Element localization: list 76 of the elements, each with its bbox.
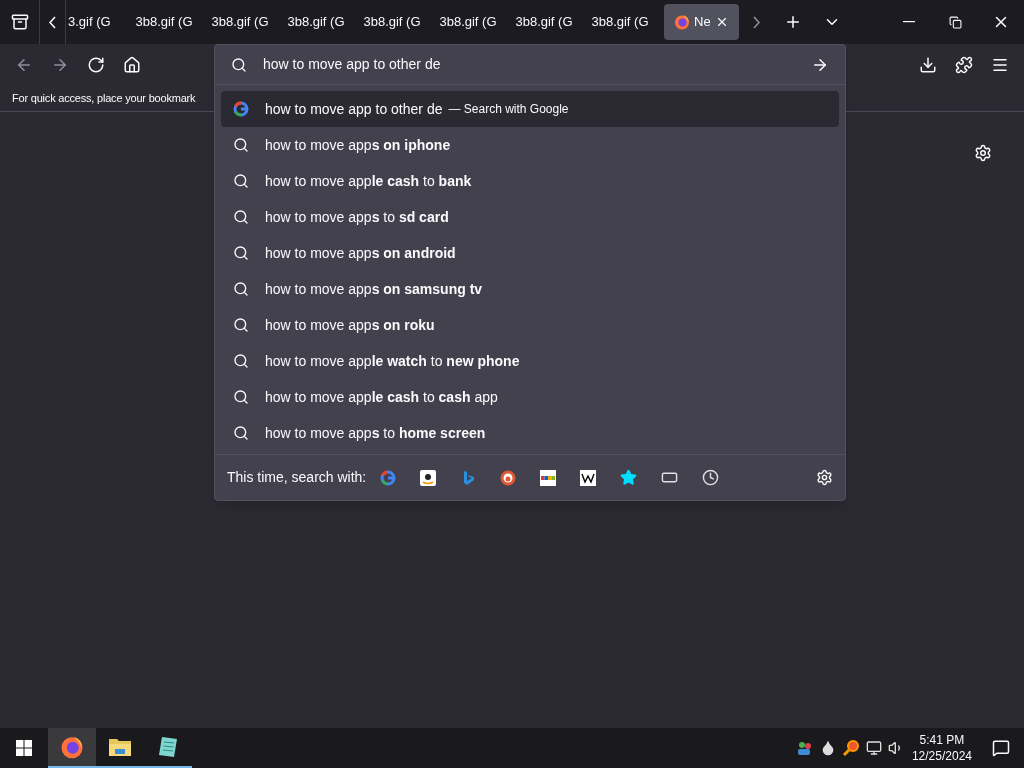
search-icon [233,353,249,369]
back-icon [15,56,33,74]
browser-tab[interactable]: 3b8.gif (G [506,4,582,40]
browser-tab[interactable]: 3.gif (G [66,4,126,40]
suggestion-text: how to move app to other de [265,99,443,119]
search-icon [233,245,249,261]
browser-tab[interactable]: 3b8.gif (G [278,4,354,40]
browser-tab[interactable]: 3b8.gif (G [202,4,278,40]
browser-tab[interactable]: 3b8.gif (G [582,4,658,40]
magnifier-icon[interactable] [841,739,860,757]
suggestion-text: how to move apps on android [265,243,456,263]
search-icon [231,56,247,73]
suggestion-text: how to move apple cash to bank [265,171,472,191]
suggestion-text: how to move apps on roku [265,315,435,335]
search-icon [233,389,249,405]
suggestion-item[interactable]: how to move apple cash to bank [221,163,839,199]
browser-tab[interactable]: 3b8.gif (G [126,4,202,40]
clock-icon[interactable] [702,469,720,486]
suggestion-item[interactable]: how to move apple cash to cash app [221,379,839,415]
firefox-icon [674,14,690,30]
notification-icon[interactable] [992,739,1010,757]
browser-tab[interactable]: 3b8.gif (G [430,4,506,40]
clock-time[interactable]: 5:41 PM [919,732,965,748]
suggestion-text: how to move apple cash to cash app [265,387,498,407]
bookmarks-hint: For quick access, place your bookmark [12,91,196,107]
wikipedia-icon[interactable] [580,469,597,486]
search-icon [233,317,249,333]
download-icon [919,56,937,74]
search-icon [233,209,249,225]
google-icon[interactable] [233,101,249,117]
suggestion-item[interactable]: how to move apps on android [221,235,839,271]
forward-icon [51,56,69,74]
google-icon[interactable] [380,469,397,486]
star-icon[interactable] [620,469,638,486]
search-icon [233,173,249,189]
suggestion-item[interactable]: how to move apps to sd card [221,199,839,235]
folder-icon [108,736,132,758]
restore-icon [948,15,962,29]
taskbar-app[interactable] [48,728,96,768]
search-icon [233,425,249,441]
home-icon [123,56,141,74]
ebay-icon[interactable] [540,469,557,486]
suggestion-text: how to move apps on samsung tv [265,279,483,299]
suggestion-item[interactable]: how to move apps to home screen [221,415,839,451]
search-with-label: This time, search with: [227,468,367,487]
notepad-icon [156,735,180,759]
suggestion-text: how to move apps on iphone [265,135,451,155]
browser-tab[interactable]: Ne [664,4,739,40]
minimize-icon [903,21,915,23]
chevron-right-icon [753,15,761,29]
search-icon [233,281,249,297]
clock-date[interactable]: 12/25/2024 [911,748,972,764]
suggestion-hint: — Search with Google [448,101,569,118]
network-icon[interactable] [865,740,882,756]
suggestion-item[interactable]: how to move apps on samsung tv [221,271,839,307]
settings-icon[interactable] [974,144,992,162]
amazon-icon[interactable] [420,469,437,486]
suggestion-text: how to move apple watch to new phone [265,351,520,371]
duck-icon[interactable] [500,469,517,486]
suggestion-item[interactable]: how to move app to other de — Search with Google [221,91,839,127]
search-icon [233,137,249,153]
settings-icon[interactable] [816,469,833,486]
puzzle-icon [955,56,973,74]
suggestion-text: how to move apps to sd card [265,207,449,227]
reload-icon [87,56,105,74]
suggestion-text: how to move apps to home screen [265,423,486,443]
windows-icon [16,740,32,756]
suggestion-item[interactable]: how to move apps on iphone [221,127,839,163]
suggestion-item[interactable]: how to move apple watch to new phone [221,343,839,379]
people-icon[interactable] [795,740,814,756]
suggestion-item[interactable]: how to move apps on roku [221,307,839,343]
browser-tab[interactable]: 3b8.gif (G [354,4,430,40]
archive-icon [10,13,29,31]
menu-icon [991,56,1009,74]
chevron-left-icon [49,15,56,29]
firefox-icon [60,735,84,759]
